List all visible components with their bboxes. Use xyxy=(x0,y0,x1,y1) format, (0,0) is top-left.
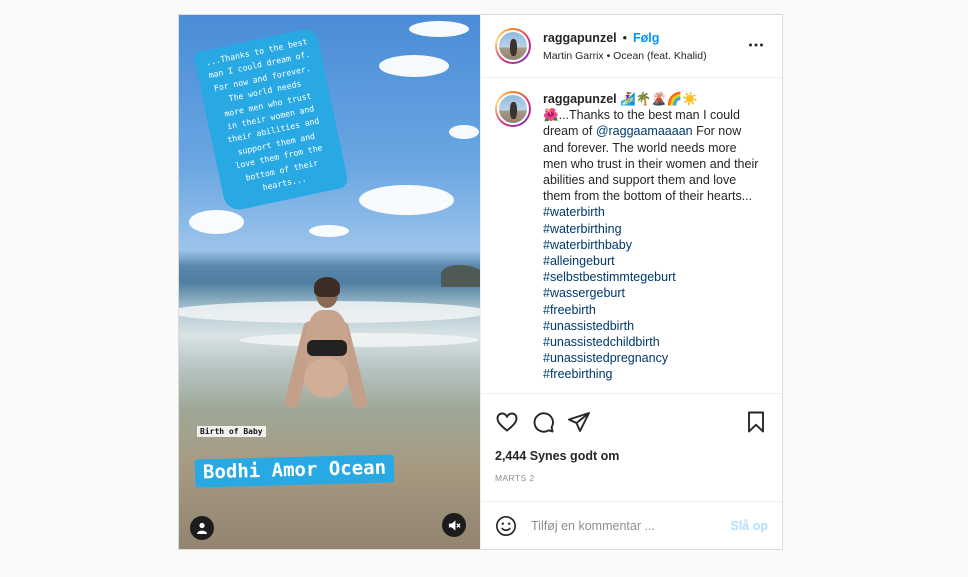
muted-speaker-icon xyxy=(448,519,461,531)
post-sidebar: raggapunzel • Følg Martin Garrix • Ocean… xyxy=(480,15,782,549)
separator-dot: • xyxy=(622,30,628,45)
hashtag-link[interactable]: #unassistedbirth xyxy=(543,318,761,334)
mute-toggle-button[interactable] xyxy=(442,513,466,537)
hashtag-link[interactable]: #selbstbestimmtegeburt xyxy=(543,269,761,285)
hashtag-link[interactable]: #waterbirthbaby xyxy=(543,237,761,253)
hashtag-link[interactable]: #alleingeburt xyxy=(543,253,761,269)
hashtag-link[interactable]: #freebirth xyxy=(543,302,761,318)
post-header: raggapunzel • Følg Martin Garrix • Ocean… xyxy=(481,15,782,78)
hashtag-link[interactable]: #waterbirth xyxy=(543,204,761,220)
post-media-video[interactable]: ...Thanks to the best man I could dream … xyxy=(179,15,480,549)
emoji-icon[interactable] xyxy=(495,515,517,537)
post-date[interactable]: MARTS 2 xyxy=(481,469,782,501)
hashtag-link[interactable]: #unassistedpregnancy xyxy=(543,350,761,366)
rock-shape xyxy=(441,265,480,287)
cloud-shape xyxy=(189,210,244,234)
user-tag-button[interactable] xyxy=(190,516,214,540)
comment-bar: Slå op xyxy=(481,501,782,549)
hashtag-link[interactable]: #wassergeburt xyxy=(543,285,761,301)
cloud-shape xyxy=(309,225,349,237)
story-caption-sticker: ...Thanks to the best man I could dream … xyxy=(193,27,350,213)
cloud-shape xyxy=(359,185,454,215)
caption-username-emojis: 🏄‍♀️🌴🌋🌈☀️ xyxy=(620,92,698,106)
caption-section: raggapunzel 🏄‍♀️🌴🌋🌈☀️ 🌺...Thanks to the … xyxy=(481,78,782,393)
cloud-shape xyxy=(409,21,469,37)
action-bar xyxy=(481,393,782,449)
post-comment-button[interactable]: Slå op xyxy=(730,519,768,533)
hashtag-link[interactable]: #waterbirthing xyxy=(543,221,761,237)
baby-name-sticker: Bodhi Amor Ocean xyxy=(194,454,395,488)
instagram-post: ...Thanks to the best man I could dream … xyxy=(178,14,783,550)
audio-track-link[interactable]: Martin Garrix • Ocean (feat. Khalid) xyxy=(543,50,707,62)
woman-figure xyxy=(283,277,369,450)
user-tag-icon xyxy=(197,522,207,534)
cloud-shape xyxy=(379,55,449,77)
author-username[interactable]: raggapunzel xyxy=(543,31,617,45)
author-avatar[interactable] xyxy=(495,28,531,64)
hashtag-link[interactable]: #unassistedchildbirth xyxy=(543,334,761,350)
follow-button[interactable]: Følg xyxy=(633,31,659,45)
comment-icon[interactable] xyxy=(531,410,555,434)
caption-username[interactable]: raggapunzel xyxy=(543,92,617,106)
comment-input[interactable] xyxy=(531,518,731,533)
birth-of-baby-sticker: Birth of Baby xyxy=(197,426,266,437)
cloud-shape xyxy=(449,125,479,139)
caption-mention-link[interactable]: @raggaamaaaan xyxy=(596,124,693,138)
heart-icon[interactable] xyxy=(495,410,519,434)
bookmark-icon[interactable] xyxy=(744,410,768,434)
more-options-icon[interactable] xyxy=(748,37,764,53)
caption-author-avatar[interactable] xyxy=(495,91,531,127)
share-icon[interactable] xyxy=(567,410,591,434)
likes-count[interactable]: 2,444 Synes godt om xyxy=(481,449,782,469)
hashtag-link[interactable]: #freebirthing xyxy=(543,366,761,382)
caption-text: raggapunzel 🏄‍♀️🌴🌋🌈☀️ 🌺...Thanks to the … xyxy=(543,91,761,393)
